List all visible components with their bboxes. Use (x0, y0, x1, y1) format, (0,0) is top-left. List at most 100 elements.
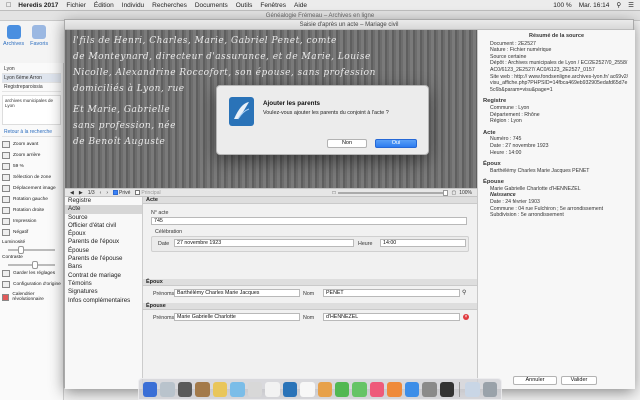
remove-icon[interactable]: × (463, 314, 469, 320)
location-item[interactable]: Lyon (2, 65, 61, 74)
epouse-prenoms-field[interactable]: Marie Gabrielle Charlotte (174, 313, 300, 321)
nav-parents-epouse[interactable]: Parents de l'épouse (65, 255, 142, 263)
prive-checkbox[interactable]: Privé (113, 190, 130, 196)
reminders-icon[interactable] (300, 381, 315, 397)
date-field[interactable]: 27 novembre 1923 (174, 239, 354, 247)
zoom-select[interactable]: 59 % (2, 163, 61, 170)
preferences-icon[interactable] (422, 381, 437, 397)
summary-line: Document : 2E2527 (490, 40, 536, 47)
move-image-tool[interactable]: Déplacement image (2, 185, 61, 192)
brightness-label: Luminosité (2, 240, 26, 245)
location-tab[interactable]: Lyon 6ème Arron (2, 74, 61, 83)
rotate-left-icon (2, 196, 10, 203)
nav-bans[interactable]: Bans (65, 263, 142, 271)
brightness-slider[interactable] (8, 246, 55, 254)
safari-icon[interactable] (177, 381, 193, 397)
archives-logo: archives municipales de Lyon (2, 95, 61, 125)
doc-line: de Monteynard, directeur d'assurance, et… (73, 52, 371, 62)
retour-link[interactable]: Retour à la recherche (2, 128, 61, 137)
dock (138, 378, 502, 400)
zoom-slider[interactable] (338, 189, 449, 196)
zone-select-tool[interactable]: Sélection de zone (2, 174, 61, 181)
notes-icon[interactable] (195, 381, 210, 397)
battery-status[interactable]: 100 % (553, 2, 571, 9)
downloads-icon[interactable] (465, 381, 480, 397)
cancel-button[interactable]: Annuler (513, 376, 557, 385)
nav-contrat[interactable]: Contrat de mariage (65, 272, 142, 280)
num-acte-field[interactable]: 745 (151, 217, 467, 225)
epouse-nom-field[interactable]: d'HENNEZEL (323, 313, 460, 321)
menu-individu[interactable]: Individu (122, 2, 144, 9)
prev-icon[interactable]: ‹ (100, 190, 102, 196)
apple-icon[interactable]:  (6, 2, 11, 9)
print-tool[interactable]: Impression (2, 218, 61, 225)
next-icon[interactable]: › (106, 190, 108, 196)
menu-recherches[interactable]: Recherches (152, 2, 187, 9)
nav-registre[interactable]: Registre (65, 197, 142, 205)
rotate-right-tool[interactable]: Rotation droite (2, 207, 61, 214)
nav-source[interactable]: Source (65, 214, 142, 222)
first-page-icon[interactable]: ◀ (70, 190, 74, 196)
keep-settings-tool[interactable]: Garder les réglages (2, 270, 61, 277)
epoux-nom-field[interactable]: PENET (323, 289, 460, 297)
principal-checkbox[interactable]: Principal (135, 190, 161, 196)
appstore-icon[interactable] (404, 381, 420, 397)
nav-officier[interactable]: Officier d'état civil (65, 222, 142, 230)
epoux-prenoms-field[interactable]: Barthélémy Charles Marie Jacques (174, 289, 300, 297)
nav-acte[interactable]: Acte (65, 205, 142, 214)
calendar-tool[interactable]: Calendrier révolutionnaire (2, 292, 61, 302)
nav-parents-epoux[interactable]: Parents de l'époux (65, 238, 142, 246)
nav-epouse[interactable]: Épouse (65, 247, 142, 255)
menu-outils[interactable]: Outils (236, 2, 253, 9)
nav-epoux[interactable]: Époux (65, 230, 142, 238)
messages-icon[interactable] (334, 381, 350, 397)
registre-item[interactable]: Registreparoissia (2, 83, 61, 92)
slider-thumb[interactable] (32, 261, 38, 269)
validate-button[interactable]: Valider (561, 376, 597, 385)
finder-icon[interactable] (143, 381, 158, 397)
contrast-slider[interactable] (8, 261, 55, 269)
epoux-header: Époux (143, 279, 477, 286)
slider-thumb[interactable] (443, 189, 449, 196)
archives-button[interactable]: Archives (3, 25, 24, 57)
contacts-icon[interactable] (247, 381, 263, 397)
summary-line: Barthélémy Charles Marie Jacques PENET (490, 167, 590, 174)
slider-thumb[interactable] (18, 246, 24, 254)
app-menu[interactable]: Heredis 2017 (18, 2, 58, 9)
nav-infos[interactable]: Infos complémentaires (65, 297, 142, 305)
search-icon[interactable]: ⚲ (462, 289, 466, 296)
facetime-icon[interactable] (352, 381, 367, 397)
terminal-icon[interactable] (439, 381, 455, 397)
heredis-dock-icon[interactable] (282, 381, 298, 397)
star-icon (32, 25, 47, 39)
summary-link[interactable]: Site web : http:// www.fondsenligne.arch… (483, 74, 630, 94)
calendar-icon[interactable] (265, 381, 280, 397)
menu-edition[interactable]: Édition (94, 2, 114, 9)
search-icon[interactable]: ⚲ (616, 1, 621, 9)
nav-signatures[interactable]: Signatures (65, 288, 142, 296)
menu-fenetres[interactable]: Fenêtres (260, 2, 286, 9)
negative-toggle[interactable]: Négatif (2, 229, 61, 236)
photos-icon[interactable] (317, 381, 332, 397)
mail-icon[interactable] (230, 381, 245, 397)
ibooks-icon[interactable] (387, 381, 402, 397)
menu-documents[interactable]: Documents (195, 2, 228, 9)
menu-list-icon[interactable]: ☰ (628, 1, 634, 9)
zoom-in-tool[interactable]: Zoom avant (2, 141, 61, 148)
nav-temoins[interactable]: Témoins (65, 280, 142, 288)
rotate-left-tool[interactable]: Rotation gauche (2, 196, 61, 203)
clock[interactable]: Mar. 16:14 (579, 2, 610, 9)
itunes-icon[interactable] (369, 381, 385, 397)
no-button[interactable]: Non (327, 139, 367, 148)
menu-fichier[interactable]: Fichier (66, 2, 86, 9)
heure-field[interactable]: 14:00 (380, 239, 466, 247)
menu-aide[interactable]: Aide (294, 2, 307, 9)
favoris-button[interactable]: Favoris (30, 25, 48, 57)
launchpad-icon[interactable] (160, 381, 175, 397)
yes-button[interactable]: Oui (375, 139, 417, 148)
stickies-icon[interactable] (212, 381, 228, 397)
next-page-icon[interactable]: ▶ (79, 190, 83, 196)
zoom-out-tool[interactable]: Zoom arrière (2, 152, 61, 159)
reset-settings-tool[interactable]: Configuration d'origine (2, 281, 61, 288)
trash-icon[interactable] (482, 381, 498, 397)
